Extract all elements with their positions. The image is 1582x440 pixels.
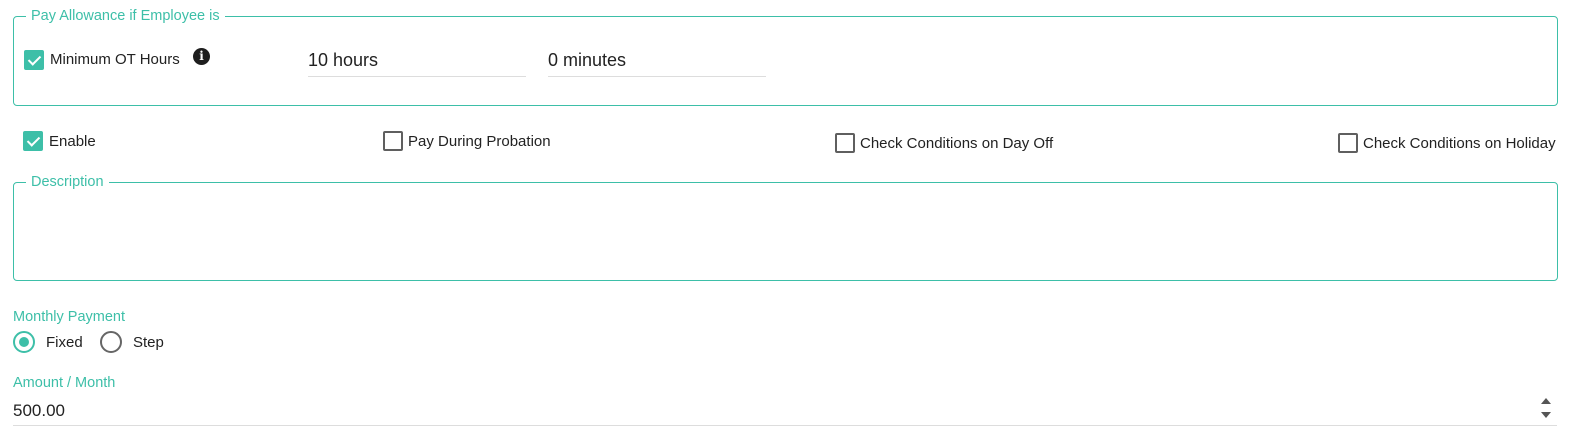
min-ot-hours-checkbox[interactable] (24, 50, 44, 70)
check-day-off-label: Check Conditions on Day Off (860, 135, 1054, 152)
min-ot-hours-value: 10 hours (308, 50, 379, 70)
check-day-off-checkbox[interactable] (835, 133, 855, 153)
amount-label: Amount / Month (13, 375, 116, 391)
enable-checkbox[interactable] (23, 131, 43, 151)
min-ot-hours-input[interactable]: 10 hours (308, 48, 526, 77)
pay-allowance-fieldset: Pay Allowance if Employee is (13, 7, 1558, 106)
radio-fixed-label: Fixed (46, 334, 83, 351)
min-ot-minutes-input[interactable]: 0 minutes (548, 48, 766, 77)
pay-during-probation-checkbox[interactable] (383, 131, 403, 151)
radio-fixed[interactable] (13, 331, 35, 353)
enable-label: Enable (49, 133, 96, 150)
check-holiday-checkbox[interactable] (1338, 133, 1358, 153)
spin-up-icon[interactable] (1541, 398, 1551, 404)
amount-spinner[interactable] (1540, 398, 1552, 420)
amount-input[interactable]: 500.00 (13, 398, 1557, 426)
min-ot-hours-label: Minimum OT Hours (50, 51, 180, 68)
pay-allowance-legend: Pay Allowance if Employee is (26, 7, 225, 25)
monthly-payment-label: Monthly Payment (13, 309, 126, 325)
radio-step-label: Step (133, 334, 164, 351)
check-holiday-label: Check Conditions on Holiday (1363, 135, 1556, 152)
info-icon[interactable]: i (193, 48, 210, 65)
amount-value: 500.00 (13, 401, 65, 420)
min-ot-minutes-value: 0 minutes (548, 50, 627, 70)
description-legend: Description (26, 173, 109, 191)
radio-step[interactable] (100, 331, 122, 353)
pay-during-probation-label: Pay During Probation (408, 133, 551, 150)
description-textarea[interactable]: Description (13, 173, 1558, 281)
spin-down-icon[interactable] (1541, 412, 1551, 418)
